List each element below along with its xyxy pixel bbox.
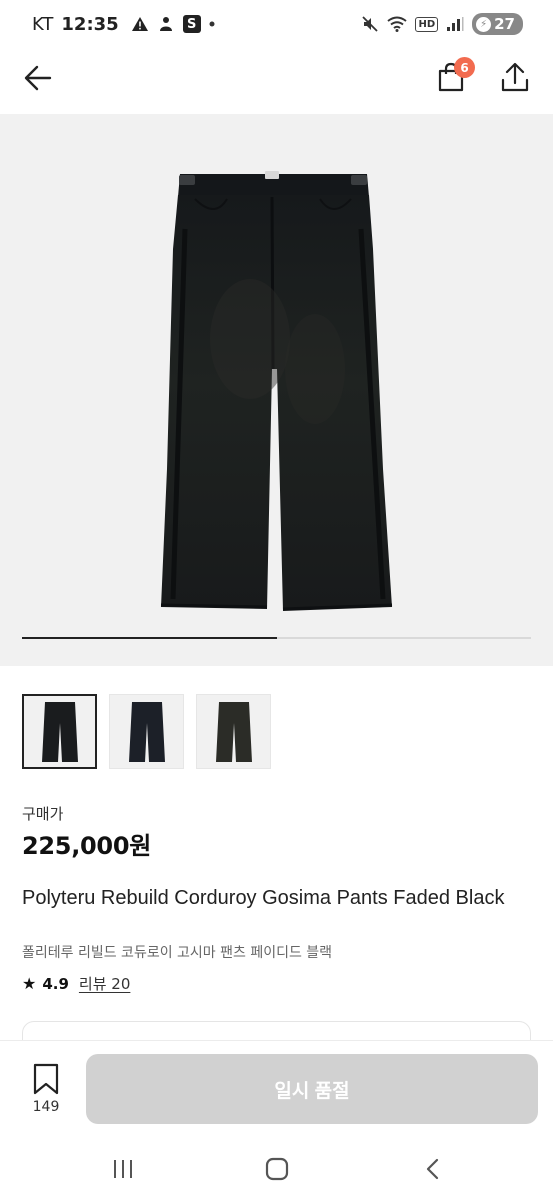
signal-icon: [446, 16, 464, 32]
chevron-left-icon: [426, 1158, 439, 1180]
system-nav-bar: [0, 1142, 553, 1200]
share-upload-icon: [501, 62, 529, 92]
price-value: 225,000원: [22, 832, 151, 860]
review-link[interactable]: 리뷰 20: [79, 973, 130, 994]
clock: 12:35: [61, 13, 119, 35]
warning-icon: [131, 16, 149, 32]
bookmark-icon: [33, 1063, 59, 1095]
thumbnail-pants-image: [41, 701, 78, 762]
star-icon: ★: [22, 974, 37, 993]
thumbnail-pants-image: [128, 701, 165, 762]
rating-value: 4.9: [42, 974, 69, 993]
thumbnail-pants-image: [215, 701, 252, 762]
status-left: KT 12:35 S: [32, 14, 215, 35]
battery-level: 27: [494, 15, 515, 33]
app-header: 6: [0, 48, 553, 112]
sold-out-button[interactable]: 일시 품절: [86, 1054, 538, 1124]
notification-app-icon: [157, 15, 175, 33]
back-button[interactable]: [20, 60, 56, 96]
thumbnail-3[interactable]: [196, 694, 271, 769]
status-right: HD ⚡ 27: [361, 13, 523, 35]
battery-indicator: ⚡ 27: [472, 13, 523, 35]
recent-apps-icon: [114, 1160, 132, 1178]
bookmark-count: 149: [32, 1099, 60, 1115]
product-photo-pants: [160, 171, 393, 611]
bottom-action-bar: 149 일시 품절: [0, 1040, 553, 1142]
mute-icon: [361, 15, 379, 33]
hd-voice-icon: HD: [415, 16, 439, 32]
share-button[interactable]: [497, 60, 533, 96]
more-notifications-dot-icon: [209, 21, 215, 27]
rating-row: ★ 4.9 리뷰 20: [22, 973, 130, 994]
system-back-button[interactable]: [418, 1154, 448, 1184]
carrier-label: KT: [32, 13, 54, 35]
s-app-icon: S: [182, 15, 201, 33]
home-icon: [265, 1157, 289, 1181]
carousel-progress: [22, 637, 531, 639]
bookmark-button[interactable]: 149: [18, 1063, 74, 1123]
product-title-english: Polyteru Rebuild Corduroy Gosima Pants F…: [22, 887, 505, 909]
thumbnail-2[interactable]: [109, 694, 184, 769]
status-bar: KT 12:35 S HD ⚡ 27: [0, 0, 553, 48]
thumbnail-strip: [22, 694, 271, 769]
product-image-carousel[interactable]: [0, 114, 553, 666]
carousel-progress-fill: [22, 637, 277, 639]
wifi-icon: [387, 16, 408, 32]
product-title-korean: 폴리테루 리빌드 코듀로이 고시마 팬츠 페이디드 블랙: [22, 945, 333, 961]
recent-apps-button[interactable]: [108, 1154, 138, 1184]
cart-count-badge: 6: [454, 57, 475, 78]
charging-bolt-icon: ⚡: [476, 16, 492, 32]
thumbnail-1[interactable]: [22, 694, 97, 769]
price-label: 구매가: [22, 805, 64, 823]
home-button[interactable]: [262, 1154, 292, 1184]
arrow-left-icon: [24, 65, 52, 91]
